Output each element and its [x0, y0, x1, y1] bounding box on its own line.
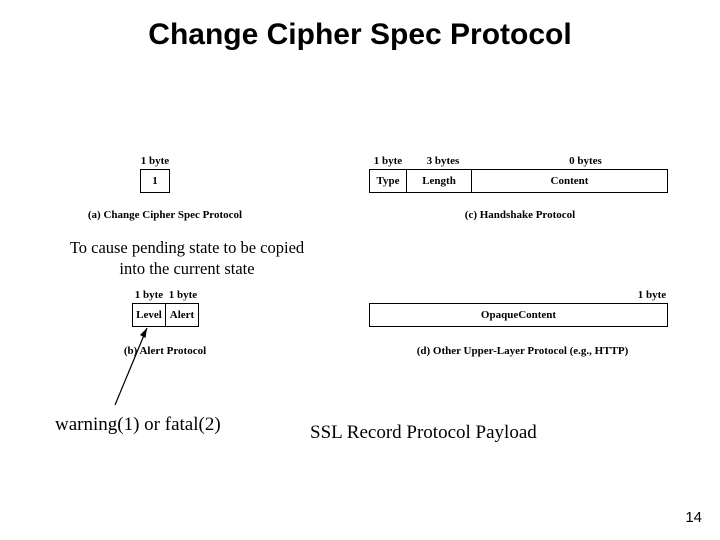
c-byte-length: 3 bytes	[415, 155, 471, 167]
d-caption: (d) Other Upper-Layer Protocol (e.g., HT…	[405, 345, 640, 357]
d-cell: OpaqueContent	[369, 303, 668, 327]
b-cell-alert: Alert	[165, 303, 199, 327]
c-cell-type: Type	[369, 169, 407, 193]
b-byte-alert: 1 byte	[166, 289, 200, 301]
arrow-warning-to-level	[105, 310, 165, 420]
d-bytelabel: 1 byte	[632, 289, 672, 301]
c-cell-content: Content	[471, 169, 668, 193]
c-byte-content: 0 bytes	[503, 155, 668, 167]
slide-title: Change Cipher Spec Protocol	[0, 0, 720, 52]
b-byte-level: 1 byte	[132, 289, 166, 301]
a-bytelabel: 1 byte	[140, 155, 170, 167]
c-caption: (c) Handshake Protocol	[445, 209, 595, 221]
c-cell-length: Length	[406, 169, 472, 193]
note-pending-state: To cause pending state to be copied into…	[47, 238, 327, 279]
page-number: 14	[685, 509, 702, 526]
note-ssl-payload: SSL Record Protocol Payload	[310, 421, 537, 445]
note-warning-fatal: warning(1) or fatal(2)	[55, 413, 221, 437]
c-byte-type: 1 byte	[369, 155, 407, 167]
a-caption: (a) Change Cipher Spec Protocol	[80, 209, 250, 221]
a-cell: 1	[140, 169, 170, 193]
